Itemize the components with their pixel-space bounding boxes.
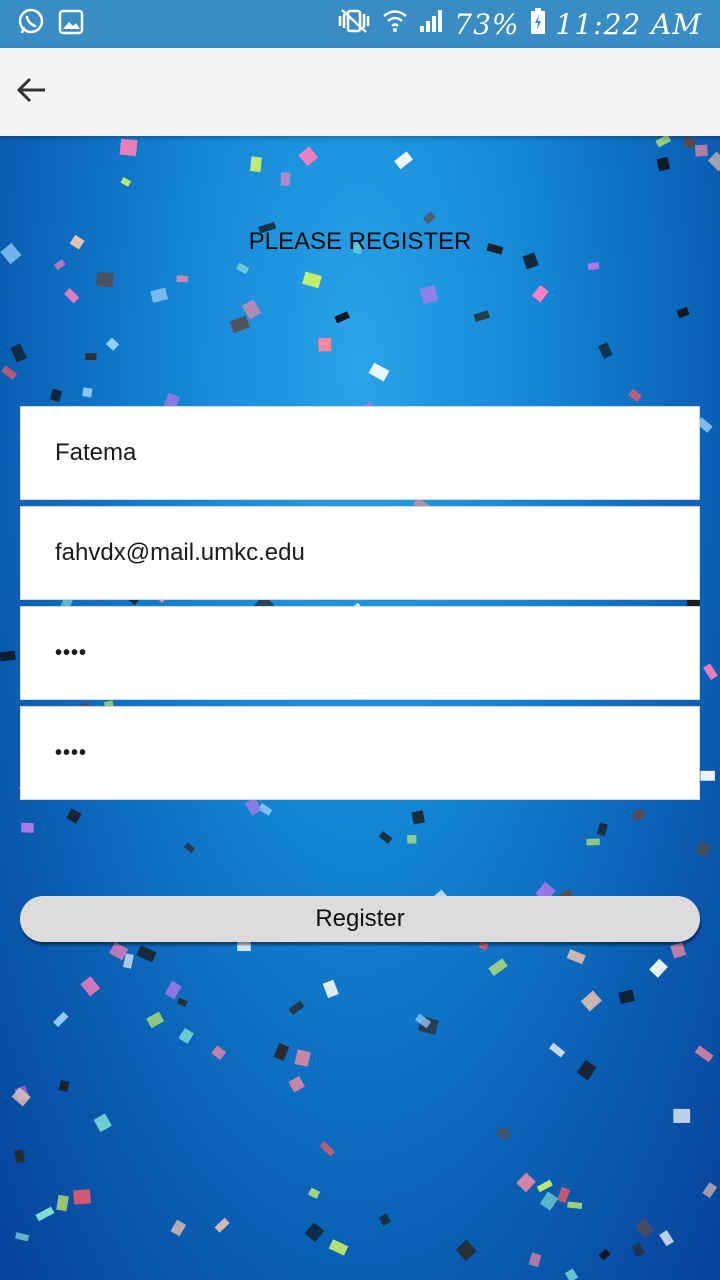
battery-charging-icon — [530, 7, 546, 42]
page-title: PLEASE REGISTER — [248, 228, 472, 255]
wifi-icon — [382, 7, 408, 42]
status-right-icons: 73% 11:22 AM — [336, 7, 702, 42]
signal-icon — [418, 8, 444, 41]
whatsapp-icon — [16, 7, 46, 42]
app-bar — [0, 48, 720, 136]
email-field[interactable] — [20, 506, 700, 600]
status-left-icons — [16, 7, 84, 42]
password-field[interactable] — [20, 606, 700, 700]
register-button[interactable]: Register — [20, 896, 700, 942]
back-button[interactable] — [14, 74, 50, 110]
confirm-password-field[interactable] — [20, 706, 700, 800]
status-bar: 73% 11:22 AM — [0, 0, 720, 48]
status-time: 11:22 AM — [555, 7, 702, 41]
name-field[interactable] — [20, 406, 700, 500]
battery-percent: 73% — [454, 7, 520, 41]
gallery-icon — [58, 9, 84, 40]
mute-vibrate-icon — [336, 8, 372, 41]
arrow-back-icon — [15, 73, 49, 112]
